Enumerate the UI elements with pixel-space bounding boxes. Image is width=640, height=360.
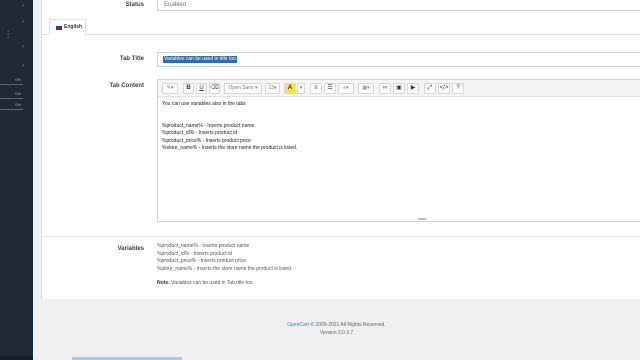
magic-wand-icon[interactable]: ✎▾ [162,83,178,94]
variables-help: %product_name% - Inserts product name %p… [157,243,292,288]
help-icon[interactable]: ? [452,83,464,94]
bold-button[interactable]: B [183,83,194,94]
chevron-right-icon[interactable]: › [22,3,24,9]
tab-title-value: Variables can be used in title too [163,56,237,63]
font-family-value: Open Sans [228,85,254,91]
sidebar-stat-value: 0% [15,77,21,82]
editor-toolbar: ✎▾ B U ⌫ Open Sans ▾ 13▾ A ▾ ≡ ☰ ≡▾ ▦▾ ∞… [158,80,640,97]
editor-content[interactable]: You can use variables also in the tabs %… [162,101,632,153]
variable-line: %store_name% - Inserts the store name th… [157,265,293,272]
chevron-right-icon[interactable]: › [22,44,24,50]
form-panel: Status Enabled English Tab Title Variabl… [41,0,640,299]
editor-line: %store_name% - Inserts the store name th… [162,145,298,151]
editor-intro: You can use variables also in the tabs [162,101,246,107]
sidebar-stat: 0% [0,76,23,85]
variables-note: Note: Variables can be used in Tab title… [157,280,292,288]
eraser-icon[interactable]: ⌫ [209,83,220,94]
fullscreen-icon[interactable]: ⤢ [424,83,436,94]
menu-dots-icon[interactable]: · · · [7,28,9,41]
sidebar-stat-value: 0% [15,102,21,107]
ordered-list-icon[interactable]: ☰ [324,83,336,94]
opencart-link[interactable]: OpenCart [287,322,309,328]
text-color-icon[interactable]: A [284,83,296,94]
footer-copyright: © 2009-2021 All Rights Reserved. [308,322,386,328]
editor-line: %product_id% - Inserts product id [162,130,238,136]
unordered-list-icon[interactable]: ≡ [310,83,322,94]
chevron-down-icon[interactable]: ▾ [297,83,305,94]
tab-english-label: English [64,24,83,30]
status-label: Status [125,2,144,8]
chevron-right-icon[interactable]: › [22,63,24,69]
note-label: Note: [157,280,170,287]
page-footer: OpenCart © 2009-2021 All Rights Reserved… [33,321,640,337]
sidebar-stat-value: 0% [15,91,21,96]
tab-content-label: Tab Content [109,83,144,89]
paragraph-align-icon[interactable]: ≡▾ [338,83,354,94]
font-size-dropdown[interactable]: 13▾ [265,83,280,94]
font-family-dropdown[interactable]: Open Sans ▾ [224,83,262,94]
resize-handle[interactable] [418,218,426,220]
chevron-right-icon[interactable]: › [22,19,24,25]
status-value: Enabled [164,2,187,8]
rich-text-editor[interactable]: ✎▾ B U ⌫ Open Sans ▾ 13▾ A ▾ ≡ ☰ ≡▾ ▦▾ ∞… [157,79,640,222]
underline-button[interactable]: U [196,83,207,94]
variable-line: %product_name% - Inserts product name [157,243,250,249]
uk-flag-icon [56,26,62,30]
image-icon[interactable]: ▣ [393,83,405,94]
footer-copyright-line: OpenCart © 2009-2021 All Rights Reserved… [33,321,640,329]
sidebar-stat: 0% [0,90,23,99]
status-select[interactable]: Enabled [157,0,640,11]
font-size-value: 13 [268,85,275,91]
note-text: Variables can be used in Tab title too. [169,280,254,287]
divider [42,236,640,237]
tab-title-input[interactable]: Variables can be used in title too [157,52,640,67]
sidebar-stat: 0% [0,101,23,110]
footer-version: Version 3.0.3.7 [319,330,354,336]
editor-line: %product_name% - Inserts product name [162,122,255,129]
link-icon[interactable]: ∞ [379,83,391,94]
variable-line: %product_price% - Inserts product price [157,258,246,265]
language-tabs [42,34,640,35]
video-icon[interactable]: ▶ [407,83,419,94]
editor-line: %product_price% - Inserts product price [162,137,251,144]
variable-line: %product_id% - Inserts product id [157,250,233,257]
sidebar-footer [0,356,33,360]
code-view-icon[interactable]: </> [438,83,450,94]
variables-label: Variables [117,246,144,252]
tab-english[interactable]: English [49,19,86,35]
table-icon[interactable]: ▦▾ [358,83,374,94]
tab-title-label: Tab Title [119,56,144,62]
admin-sidebar: › › · · · › › 0% 0% 0% [0,0,33,360]
